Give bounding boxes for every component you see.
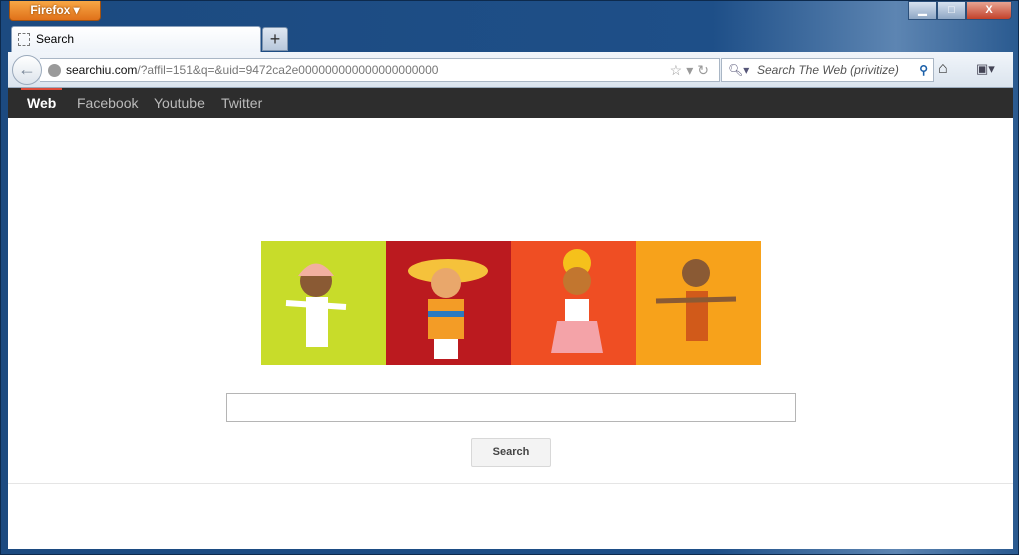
search-placeholder: Search The Web (privitize) — [757, 63, 899, 77]
url-host: searchiu.com — [66, 63, 138, 77]
page-content: Search — [8, 118, 1013, 549]
banner-panel-3 — [511, 241, 636, 365]
close-button[interactable]: X — [966, 1, 1012, 20]
nav-facebook[interactable]: Facebook — [77, 88, 138, 118]
browser-window: Firefox ▾ ▁ □ X Search + searchiu.com/?a… — [0, 0, 1019, 555]
nav-web[interactable]: Web — [21, 88, 63, 116]
window-controls: ▁ □ X — [908, 1, 1012, 20]
bookmarks-menu-icon[interactable]: ▣▾ — [976, 61, 1004, 79]
back-button[interactable]: ← — [12, 55, 42, 85]
minimize-button[interactable]: ▁ — [908, 1, 937, 20]
firefox-menu-button[interactable]: Firefox ▾ — [9, 1, 101, 21]
search-go-icon[interactable]: ⚲ — [919, 59, 928, 81]
navigation-toolbar: searchiu.com/?affil=151&q=&uid=9472ca2e0… — [8, 52, 1013, 88]
search-input[interactable] — [226, 393, 796, 422]
bookmark-star-icon[interactable]: ☆ — [670, 62, 687, 78]
search-engine-icon[interactable]: 🔍︎▾ — [728, 59, 749, 81]
dropdown-icon[interactable]: ▾ — [686, 62, 697, 78]
divider — [8, 483, 1013, 484]
globe-icon — [48, 64, 61, 77]
nav-youtube[interactable]: Youtube — [154, 88, 205, 118]
site-nav: Web Facebook Youtube Twitter — [8, 88, 1013, 118]
reload-icon[interactable]: ↻ — [697, 62, 713, 78]
url-path: /?affil=151&q=&uid=9472ca2e0000000000000… — [137, 63, 439, 77]
nav-twitter[interactable]: Twitter — [221, 88, 262, 118]
address-bar[interactable]: searchiu.com/?affil=151&q=&uid=9472ca2e0… — [40, 58, 720, 82]
search-box[interactable]: 🔍︎▾ Search The Web (privitize) ⚲ — [721, 58, 934, 82]
banner-panel-1 — [261, 241, 386, 365]
search-button[interactable]: Search — [471, 438, 551, 467]
page-icon — [18, 33, 30, 46]
banner-panel-2 — [386, 241, 511, 365]
banner-panel-4 — [636, 241, 761, 365]
logo-banner — [261, 241, 761, 365]
home-icon[interactable]: ⌂ — [938, 60, 948, 78]
new-tab-button[interactable]: + — [262, 27, 288, 51]
tab-search[interactable]: Search — [11, 26, 261, 53]
tab-title: Search — [36, 32, 75, 46]
maximize-button[interactable]: □ — [937, 1, 966, 20]
